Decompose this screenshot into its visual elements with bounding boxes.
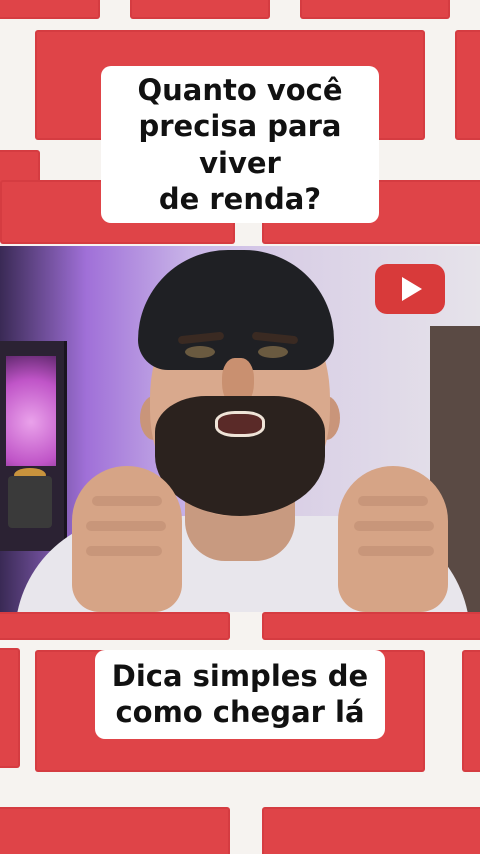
top-caption: Quanto você precisa para viver de renda? [101,66,379,223]
right-hand [338,466,448,612]
bottom-caption: Dica simples de como chegar lá [95,650,385,739]
mouth [215,411,265,437]
left-hand [72,466,182,612]
left-eye [185,346,215,358]
candle [8,476,52,528]
shelf-glow [6,356,56,466]
reel-frame: Quanto você precisa para viver de renda? [0,0,480,854]
video-frame[interactable] [0,246,480,612]
backwards-cap [138,250,334,370]
right-eye [258,346,288,358]
play-triangle-icon [402,277,422,301]
